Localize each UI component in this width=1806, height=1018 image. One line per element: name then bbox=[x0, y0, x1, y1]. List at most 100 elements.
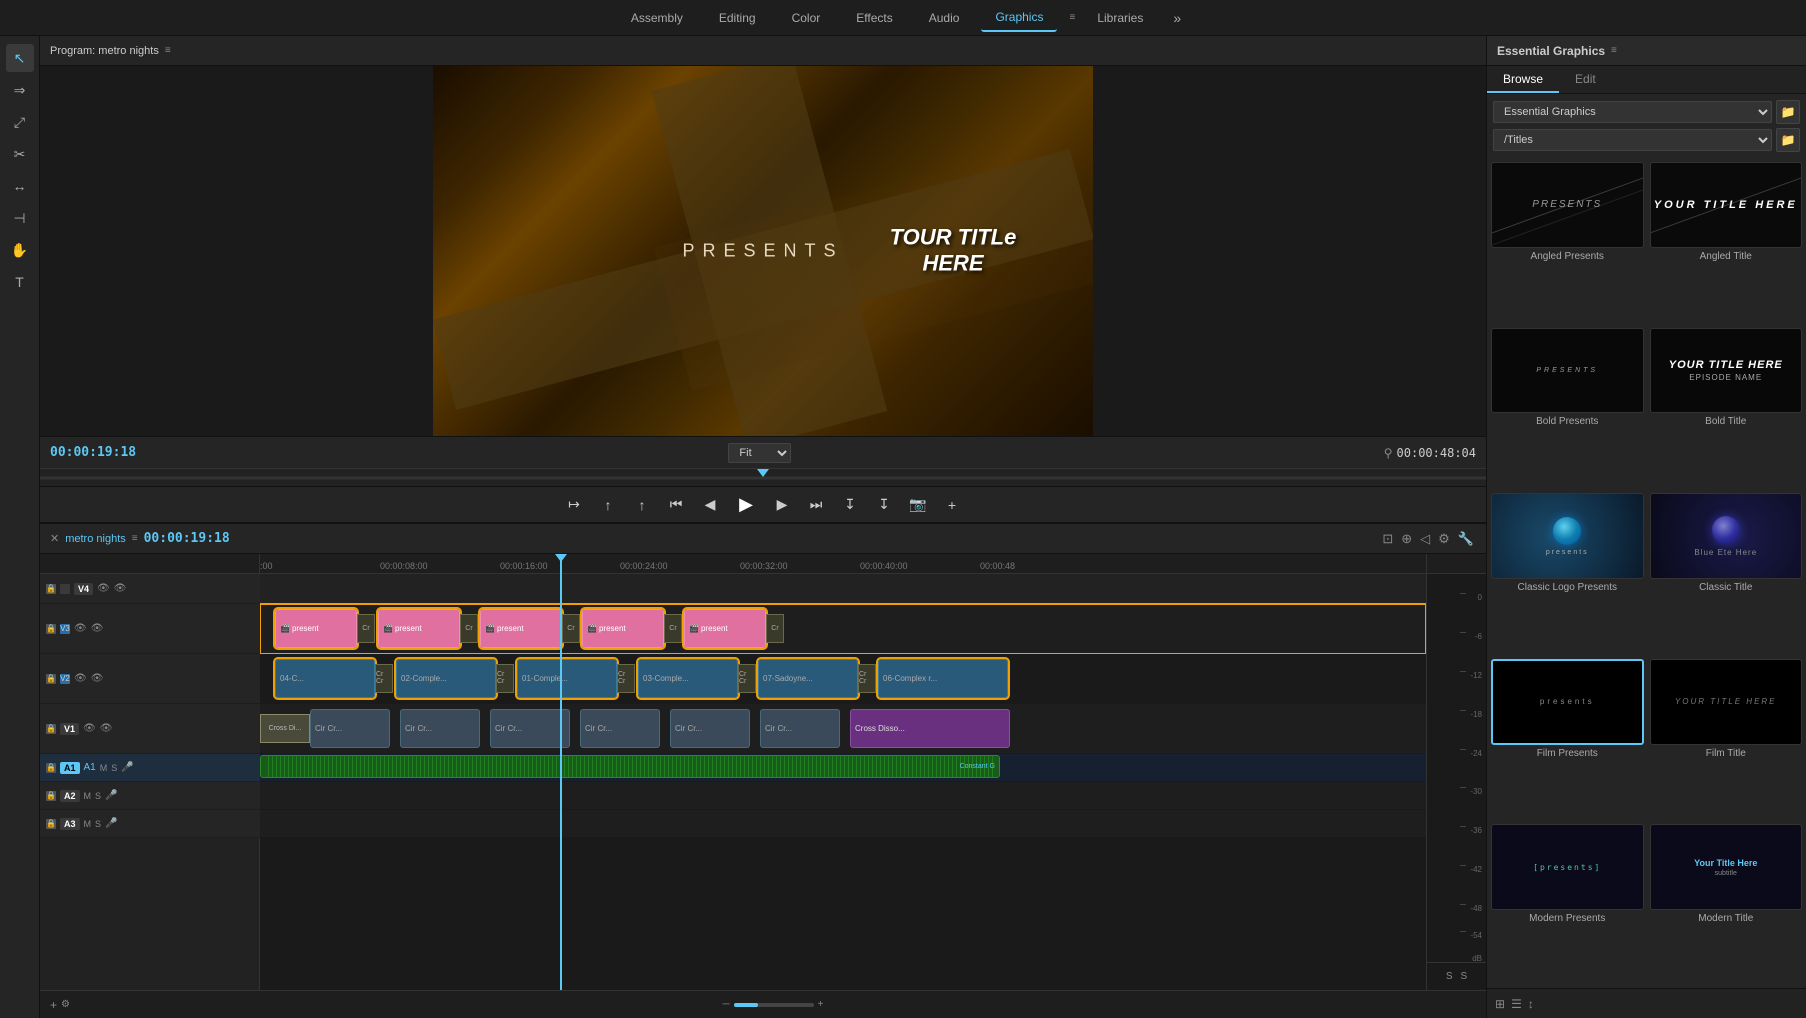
angled-presents-thumb[interactable]: PRESENTS bbox=[1491, 162, 1644, 248]
graphic-film-presents[interactable]: presents Film Presents bbox=[1491, 659, 1644, 819]
v3-trans-1[interactable]: Cr bbox=[357, 614, 375, 643]
overwrite-btn[interactable]: ↧ bbox=[871, 492, 897, 518]
tab-edit[interactable]: Edit bbox=[1559, 66, 1612, 93]
mark-clip-out-btn[interactable]: ↑ bbox=[629, 492, 655, 518]
settings-btn[interactable]: ⚙ bbox=[61, 999, 70, 1010]
v1-track[interactable]: Cross Di... Cir Cr... Cir Cr... Cir Cr..… bbox=[260, 704, 1426, 754]
v3-mute[interactable]: 👁 bbox=[91, 623, 104, 634]
bold-presents-thumb[interactable]: PRESENTS bbox=[1491, 328, 1644, 414]
panel-menu-btn[interactable]: ≡ bbox=[1611, 45, 1617, 56]
track-select-tool[interactable]: ⇒ bbox=[6, 76, 34, 104]
zoom-slider[interactable] bbox=[734, 1003, 814, 1007]
classic-title-thumb[interactable]: Blue Ete Here bbox=[1650, 493, 1803, 579]
go-to-out-btn[interactable]: ⏭ bbox=[803, 492, 829, 518]
v2-trans-1[interactable]: Cr Cr bbox=[375, 664, 393, 693]
graphic-classic-logo[interactable]: presents Classic Logo Presents bbox=[1491, 493, 1644, 653]
v3-clip-2[interactable]: 🎬 present bbox=[378, 609, 460, 648]
v1-clip-6[interactable]: Cir Cr... bbox=[760, 709, 840, 748]
timeline-settings-tool[interactable]: ⚙ bbox=[1436, 529, 1452, 549]
a1-lock[interactable]: 🔒 bbox=[46, 763, 56, 773]
v4-toggle[interactable]: 🔒 bbox=[46, 584, 56, 594]
modern-title-thumb[interactable]: Your Title Here subtitle bbox=[1650, 824, 1803, 910]
v1-clip-4[interactable]: Cir Cr... bbox=[580, 709, 660, 748]
monitor-menu-icon[interactable]: ≡ bbox=[165, 45, 171, 56]
v1-eye[interactable]: 👁 bbox=[83, 723, 96, 734]
film-presents-thumb[interactable]: presents bbox=[1491, 659, 1644, 745]
bold-title-thumb[interactable]: YOUR TITLE HERE EPISODE NAME bbox=[1650, 328, 1803, 414]
a1-track[interactable]: Constant G bbox=[260, 754, 1426, 782]
v3-clip-3[interactable]: 🎬 present bbox=[480, 609, 562, 648]
go-to-in-btn[interactable]: ⏮ bbox=[663, 492, 689, 518]
razor-tool[interactable]: ✂ bbox=[6, 140, 34, 168]
v3-lock[interactable]: 🔒 bbox=[46, 624, 56, 634]
v4-eye[interactable]: 👁 bbox=[97, 583, 110, 594]
v3-trans-4[interactable]: Cr bbox=[664, 614, 682, 643]
a1-mic[interactable]: 🎤 bbox=[121, 762, 133, 773]
graphics-source-select[interactable]: Essential Graphics Local Templates Folde… bbox=[1493, 101, 1772, 123]
scale-s-btn-2[interactable]: S bbox=[1461, 971, 1468, 982]
sort-btn[interactable]: ↕ bbox=[1528, 997, 1534, 1011]
v2-trans-5[interactable]: Cr Cr bbox=[858, 664, 876, 693]
export-frame-btn[interactable]: 📷 bbox=[905, 492, 931, 518]
zoom-to-fit-btn[interactable]: ⚲ bbox=[1384, 446, 1393, 460]
v1-cross-1[interactable]: Cross Di... bbox=[260, 714, 310, 743]
a2-lock[interactable]: 🔒 bbox=[46, 791, 56, 801]
graphic-bold-presents[interactable]: PRESENTS Bold Presents bbox=[1491, 328, 1644, 488]
modern-presents-thumb[interactable]: [presents] bbox=[1491, 824, 1644, 910]
v2-eye[interactable]: 👁 bbox=[74, 673, 87, 684]
a2-s-btn[interactable]: S bbox=[95, 791, 101, 801]
close-sequence-btn[interactable]: ✕ bbox=[50, 532, 59, 545]
mark-in-btn[interactable]: ↦ bbox=[561, 492, 587, 518]
v2-clip-1[interactable]: 04-C... bbox=[275, 659, 375, 698]
a2-track[interactable] bbox=[260, 782, 1426, 810]
a1-audio-clip[interactable]: Constant G bbox=[260, 755, 1000, 778]
graphic-modern-title[interactable]: Your Title Here subtitle Modern Title bbox=[1650, 824, 1803, 984]
classic-logo-thumb[interactable]: presents bbox=[1491, 493, 1644, 579]
film-title-thumb[interactable]: YOUR TITLE HERE bbox=[1650, 659, 1803, 745]
v3-clip-4[interactable]: 🎬 present bbox=[582, 609, 664, 648]
a3-lock[interactable]: 🔒 bbox=[46, 819, 56, 829]
linked-selection-tool[interactable]: ⊕ bbox=[1399, 529, 1414, 549]
selection-tool[interactable]: ↖ bbox=[6, 44, 34, 72]
fit-selector[interactable]: Fit 25% 50% 100% bbox=[728, 443, 791, 463]
v2-trans-4[interactable]: Cr Cr bbox=[738, 664, 756, 693]
program-scrubber[interactable] bbox=[40, 468, 1486, 486]
add-track-btn[interactable]: + bbox=[50, 998, 57, 1012]
a3-mic[interactable]: 🎤 bbox=[105, 818, 117, 829]
v2-lock[interactable]: 🔒 bbox=[46, 674, 56, 684]
v1-clip-5[interactable]: Cir Cr... bbox=[670, 709, 750, 748]
ripple-tool[interactable]: ⤢ bbox=[6, 108, 34, 136]
v2-trans-2[interactable]: Cr Cr bbox=[496, 664, 514, 693]
scrubber-track[interactable] bbox=[40, 469, 1486, 486]
menu-libraries[interactable]: Libraries bbox=[1083, 5, 1157, 31]
browse-folder-btn[interactable]: 📁 bbox=[1776, 100, 1800, 124]
v3-clip-5[interactable]: 🎬 present bbox=[684, 609, 766, 648]
v2-clip-4[interactable]: 03-Comple... bbox=[638, 659, 738, 698]
v2-clip-2[interactable]: 02-Comple... bbox=[396, 659, 496, 698]
mark-clip-in-btn[interactable]: ↑ bbox=[595, 492, 621, 518]
a2-m-btn[interactable]: M bbox=[84, 791, 92, 801]
menu-color[interactable]: Color bbox=[778, 5, 835, 31]
step-back-btn[interactable]: ◀ bbox=[697, 492, 723, 518]
play-btn[interactable]: ▶ bbox=[731, 490, 761, 520]
graphic-angled-presents[interactable]: PRESENTS Angled Presents bbox=[1491, 162, 1644, 322]
grid-view-btn[interactable]: ⊞ bbox=[1495, 997, 1505, 1011]
graphic-film-title[interactable]: YOUR TITLE HERE Film Title bbox=[1650, 659, 1803, 819]
tab-browse[interactable]: Browse bbox=[1487, 66, 1559, 93]
v2-trans-3[interactable]: Cr Cr bbox=[617, 664, 635, 693]
new-folder-btn[interactable]: 📁 bbox=[1776, 128, 1800, 152]
graphic-bold-title[interactable]: YOUR TITLE HERE EPISODE NAME Bold Title bbox=[1650, 328, 1803, 488]
graphic-modern-presents[interactable]: [presents] Modern Presents bbox=[1491, 824, 1644, 984]
menu-audio[interactable]: Audio bbox=[915, 5, 974, 31]
v2-mute[interactable]: 👁 bbox=[91, 673, 104, 684]
wrench-tool[interactable]: 🔧 bbox=[1456, 529, 1476, 549]
v1-clip-7[interactable]: Cross Disso... bbox=[850, 709, 1010, 748]
hand-tool[interactable]: ✋ bbox=[6, 236, 34, 264]
v3-trans-2[interactable]: Cr bbox=[460, 614, 478, 643]
a3-m-btn[interactable]: M bbox=[84, 819, 92, 829]
text-tool[interactable]: T bbox=[6, 268, 34, 296]
v1-lock[interactable]: 🔒 bbox=[46, 724, 56, 734]
menu-graphics[interactable]: Graphics bbox=[981, 4, 1057, 32]
v4-track[interactable] bbox=[260, 574, 1426, 604]
v1-clip-2[interactable]: Cir Cr... bbox=[400, 709, 480, 748]
